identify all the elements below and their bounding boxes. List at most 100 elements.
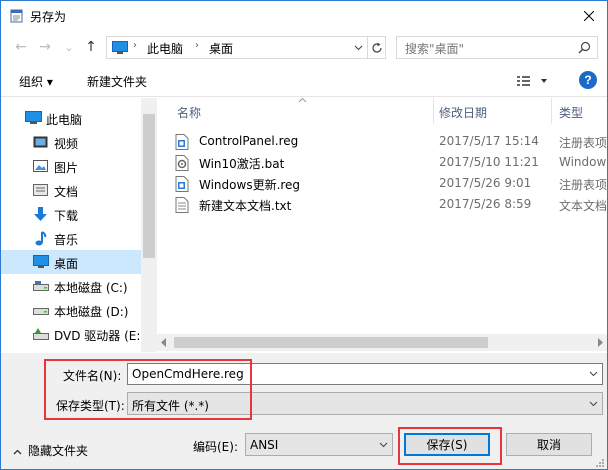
- search-input[interactable]: 搜索"桌面": [396, 36, 598, 59]
- notepad-icon: [10, 9, 23, 23]
- title-bar[interactable]: 另存为: [1, 1, 607, 31]
- forward-arrow-icon: →: [39, 39, 51, 55]
- chevron-down-icon: [354, 45, 362, 50]
- breadcrumb-this-pc[interactable]: 此电脑: [147, 40, 183, 57]
- sidebar-item-videos[interactable]: 视频: [1, 130, 141, 154]
- file-row[interactable]: Win10激活.bat 2017/5/10 11:21 Windows: [175, 152, 607, 173]
- save-as-dialog: 另存为 ← → ⌄ ↑ › 此电脑 › 桌面 搜索"桌面" 组织 ▾ 新建文件夹…: [0, 0, 608, 470]
- file-name: Win10激活.bat: [199, 157, 285, 171]
- sidebar-item-dvd-drive[interactable]: DVD 驱动器 (E:): [1, 322, 145, 346]
- highlight-box: [398, 427, 502, 465]
- sidebar-item-documents[interactable]: 文档: [1, 178, 141, 202]
- file-date: 2017/5/26 9:01: [439, 176, 532, 190]
- sidebar-item-label: 图片: [54, 161, 79, 175]
- organize-button[interactable]: 组织 ▾: [19, 73, 53, 90]
- save-options-panel: 文件名(N): OpenCmdHere.reg 保存类型(T): 所有文件 (*…: [1, 353, 607, 469]
- scroll-right-icon[interactable]: [597, 338, 603, 347]
- navigation-scrollbar[interactable]: [141, 98, 157, 352]
- navigation-pane: 此电脑 视频 图片 文档 下载 音乐 桌面 本地磁盘 (C:) 本地磁盘 (D:…: [1, 98, 157, 352]
- sidebar-item-this-pc[interactable]: 此电脑: [1, 106, 141, 130]
- filetype-dropdown-button[interactable]: [585, 393, 602, 414]
- sidebar-item-pictures[interactable]: 图片: [1, 154, 141, 178]
- sidebar-item-label: 音乐: [54, 233, 79, 247]
- column-header-type[interactable]: 类型: [559, 98, 583, 124]
- file-name: ControlPanel.reg: [199, 134, 299, 148]
- sidebar-item-drive-c[interactable]: 本地磁盘 (C:): [1, 274, 141, 298]
- close-button[interactable]: [571, 1, 607, 31]
- column-header-date[interactable]: 修改日期: [439, 98, 487, 124]
- up-arrow-icon: ↑: [85, 39, 97, 55]
- hide-folders-label: 隐藏文件夹: [28, 444, 89, 458]
- dvd-drive-icon: [33, 328, 49, 340]
- chevron-down-icon: [589, 371, 598, 377]
- new-folder-button[interactable]: 新建文件夹: [87, 73, 147, 90]
- sidebar-item-label: DVD 驱动器 (E:): [54, 329, 146, 343]
- documents-folder-icon: [33, 184, 48, 196]
- computer-icon: [112, 41, 128, 54]
- music-note-icon: [35, 231, 47, 246]
- sidebar-item-downloads[interactable]: 下载: [1, 202, 141, 226]
- sidebar-item-label: 视频: [54, 137, 79, 151]
- breadcrumb-separator: ›: [133, 40, 137, 51]
- file-date: 2017/5/17 15:14: [439, 134, 539, 148]
- column-header-name[interactable]: 名称: [177, 98, 201, 124]
- chevron-down-icon: ⌄: [64, 40, 74, 54]
- scrollbar-thumb[interactable]: [174, 337, 488, 348]
- view-options-button[interactable]: [515, 72, 553, 90]
- sidebar-item-music[interactable]: 音乐: [1, 226, 141, 250]
- drive-icon: [33, 281, 49, 291]
- file-row[interactable]: ControlPanel.reg 2017/5/17 15:14 注册表项: [175, 131, 607, 152]
- sidebar-item-desktop[interactable]: 桌面: [1, 250, 141, 274]
- file-name: 新建文本文档.txt: [199, 199, 292, 213]
- forward-button[interactable]: →: [35, 37, 55, 57]
- file-name: Windows更新.reg: [199, 178, 301, 192]
- file-type: Windows: [559, 155, 607, 169]
- filename-dropdown-button[interactable]: [585, 364, 602, 384]
- chevron-down-icon: [589, 401, 598, 406]
- breadcrumb-desktop[interactable]: 桌面: [209, 40, 233, 57]
- file-date: 2017/5/26 8:59: [439, 197, 532, 211]
- sidebar-item-label: 下载: [54, 209, 79, 223]
- back-arrow-icon: ←: [15, 39, 27, 55]
- pictures-folder-icon: [33, 160, 48, 172]
- horizontal-scrollbar[interactable]: [157, 334, 607, 351]
- file-row[interactable]: 新建文本文档.txt 2017/5/26 8:59 文本文档: [175, 194, 607, 215]
- sidebar-item-label: 本地磁盘 (C:): [54, 281, 128, 295]
- hide-folders-toggle[interactable]: 隐藏文件夹: [13, 442, 88, 459]
- search-placeholder: 搜索"桌面": [405, 42, 465, 56]
- help-button[interactable]: ?: [579, 71, 597, 89]
- up-button[interactable]: ↑: [81, 37, 101, 57]
- resize-grip-icon[interactable]: [595, 458, 605, 468]
- sidebar-item-drive-d[interactable]: 本地磁盘 (D:): [1, 298, 141, 322]
- column-divider[interactable]: [433, 98, 434, 124]
- reg-file-icon: [175, 134, 189, 150]
- window-title: 另存为: [30, 10, 67, 24]
- drive-icon: [33, 308, 49, 315]
- video-folder-icon: [33, 136, 48, 148]
- address-bar[interactable]: › 此电脑 › 桌面: [106, 36, 386, 59]
- encoding-value: ANSI: [250, 438, 279, 452]
- encoding-dropdown-button[interactable]: [375, 434, 392, 455]
- file-type: 注册表项: [559, 178, 607, 192]
- scroll-left-icon[interactable]: [161, 338, 167, 347]
- column-divider[interactable]: [551, 98, 552, 124]
- recent-locations-button[interactable]: ⌄: [59, 37, 79, 57]
- highlight-box: [44, 359, 252, 420]
- computer-icon: [25, 111, 42, 124]
- sidebar-item-label: 此电脑: [46, 113, 83, 127]
- encoding-select[interactable]: ANSI: [245, 433, 393, 456]
- refresh-button[interactable]: [367, 37, 386, 58]
- scrollbar-thumb[interactable]: [143, 114, 155, 258]
- command-toolbar: 组织 ▾ 新建文件夹 ?: [1, 63, 607, 97]
- file-row[interactable]: Windows更新.reg 2017/5/26 9:01 注册表项: [175, 173, 607, 194]
- details-view-icon: [517, 76, 547, 86]
- desktop-icon: [33, 255, 49, 268]
- reg-file-icon: [175, 176, 189, 192]
- encoding-label: 编码(E):: [193, 440, 238, 454]
- file-type: 注册表项: [559, 136, 607, 150]
- chevron-up-icon: [13, 449, 22, 455]
- back-button[interactable]: ←: [11, 37, 31, 57]
- cancel-button[interactable]: 取消: [506, 433, 592, 456]
- sidebar-item-label: 本地磁盘 (D:): [54, 305, 129, 319]
- address-dropdown-button[interactable]: [349, 37, 367, 58]
